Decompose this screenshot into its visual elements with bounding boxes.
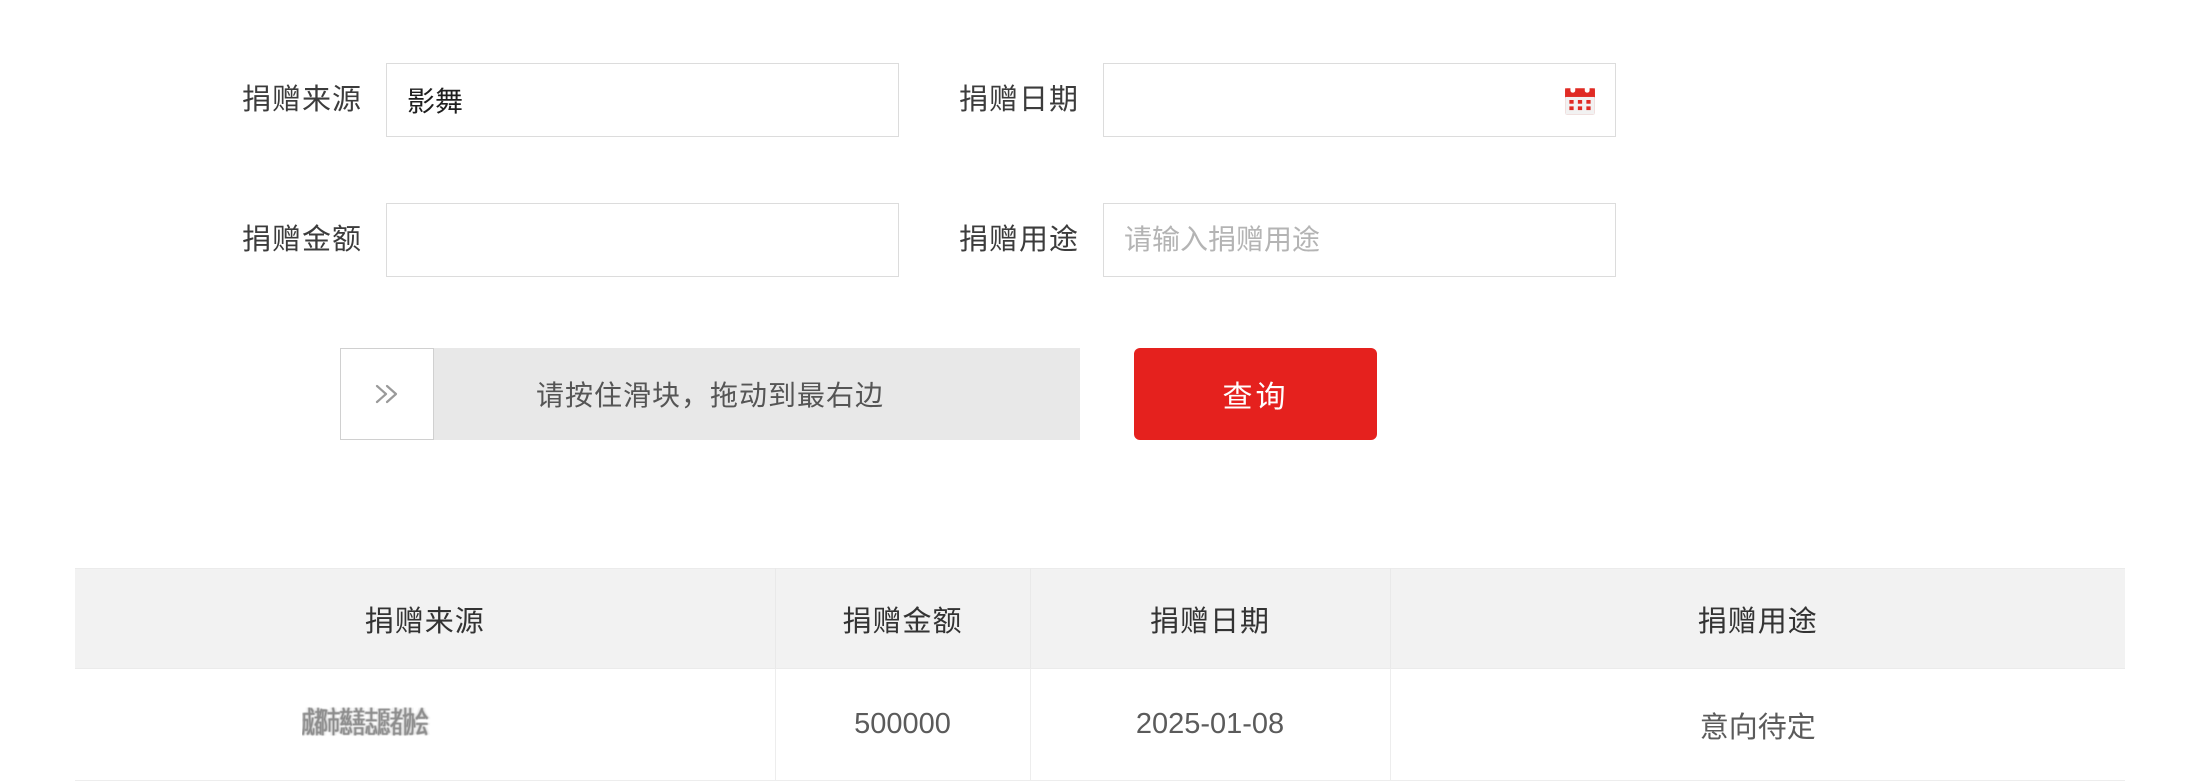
table-header-purpose: 捐赠用途 (1390, 568, 2125, 669)
field-donation-date: 捐赠日期 (953, 63, 1616, 137)
double-chevron-right-icon (375, 384, 398, 404)
table-header-amount: 捐赠金额 (775, 568, 1031, 669)
label-donation-purpose: 捐赠用途 (958, 224, 1079, 256)
calendar-icon[interactable] (1563, 83, 1597, 117)
cell-donation-purpose: 意向待定 (1390, 668, 2125, 781)
field-donation-purpose: 捐赠用途 (953, 203, 1616, 277)
cell-donation-source: 成都市慈善志愿者协会 (75, 668, 776, 781)
table-header-row: 捐赠来源 捐赠金额 捐赠日期 捐赠用途 (75, 568, 2125, 669)
donation-result-table: 捐赠来源 捐赠金额 捐赠日期 捐赠用途 成都市慈善志愿者协会 500000 20… (75, 568, 2125, 781)
label-donation-source: 捐赠来源 (241, 84, 362, 116)
input-wrap-donation-source[interactable] (386, 63, 899, 137)
table-header: 捐赠来源 捐赠金额 捐赠日期 捐赠用途 (75, 568, 2125, 669)
table-header-source: 捐赠来源 (75, 568, 776, 669)
donation-purpose-input[interactable] (1104, 204, 1615, 276)
slider-handle[interactable] (340, 348, 434, 440)
slider-captcha-tip: 请按住滑块，拖动到最右边 (535, 380, 884, 411)
redacted-donor-name: 成都市慈善志愿者协会 (302, 705, 547, 745)
table-header-date: 捐赠日期 (1030, 568, 1391, 669)
form-row-2: 捐赠金额 捐赠用途 (0, 203, 2212, 277)
slider-captcha[interactable]: 请按住滑块，拖动到最右边 (340, 348, 1080, 440)
donation-date-input[interactable] (1104, 64, 1615, 136)
input-wrap-donation-date[interactable] (1103, 63, 1616, 137)
field-donation-amount: 捐赠金额 (236, 203, 899, 277)
donation-amount-input[interactable] (387, 204, 898, 276)
field-donation-source: 捐赠来源 (236, 63, 899, 137)
donation-source-input[interactable] (387, 64, 898, 136)
cell-donation-amount: 500000 (775, 668, 1031, 781)
query-submit-button[interactable]: 查询 (1134, 348, 1377, 440)
label-donation-amount: 捐赠金额 (241, 224, 362, 256)
form-action-row: 请按住滑块，拖动到最右边 查询 (0, 348, 2212, 440)
redacted-donor-name-text: 成都市慈善志愿者协会 (302, 706, 429, 740)
table-row[interactable]: 成都市慈善志愿者协会 500000 2025-01-08 意向待定 (75, 668, 2125, 781)
input-wrap-donation-purpose[interactable] (1103, 203, 1616, 277)
donation-result-table-wrap: 捐赠来源 捐赠金额 捐赠日期 捐赠用途 成都市慈善志愿者协会 500000 20… (75, 568, 2125, 781)
input-wrap-donation-amount[interactable] (386, 203, 899, 277)
form-row-1: 捐赠来源 捐赠日期 (0, 63, 2212, 137)
table-body: 成都市慈善志愿者协会 500000 2025-01-08 意向待定 (75, 668, 2125, 781)
label-donation-date: 捐赠日期 (958, 84, 1079, 116)
cell-donation-date: 2025-01-08 (1030, 668, 1391, 781)
